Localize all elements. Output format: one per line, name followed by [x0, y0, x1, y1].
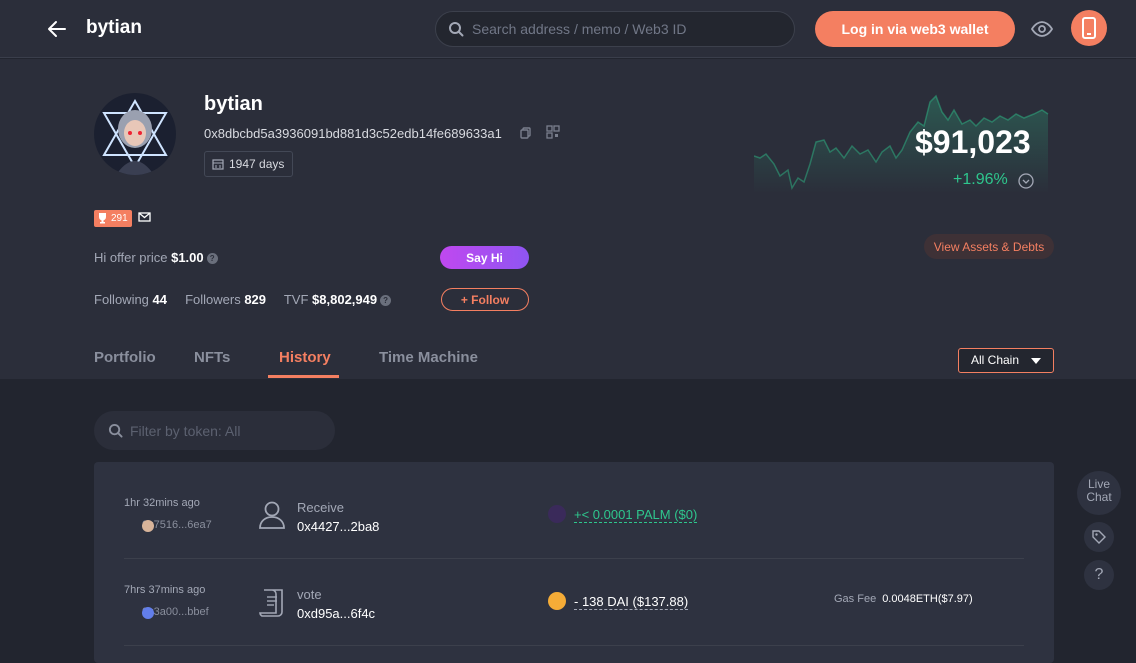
- mail-icon[interactable]: [138, 211, 151, 223]
- tvf-value: $8,802,949: [312, 292, 378, 307]
- follow-button[interactable]: + Follow: [441, 288, 529, 311]
- user-icon: [259, 501, 285, 529]
- mobile-app-button[interactable]: [1071, 10, 1107, 46]
- tx-amount[interactable]: - 138 DAI ($137.88): [574, 594, 689, 610]
- tx-from[interactable]: 0x7516...6ea7: [124, 519, 212, 532]
- net-worth-value: $91,023: [915, 124, 1031, 160]
- page-title: bytian: [86, 17, 142, 38]
- account-age-badge: 1947 days: [204, 151, 294, 177]
- tag-button[interactable]: [1084, 522, 1114, 552]
- help-button[interactable]: ?: [1084, 560, 1114, 590]
- gas-fee: Gas Fee 0.0048ETH($7.97): [834, 593, 973, 605]
- trophy-badge[interactable]: 291: [94, 210, 132, 227]
- history-list: 1hr 32mins ago 0x7516...6ea7 Receive 0x4…: [94, 462, 1054, 663]
- tab-portfolio[interactable]: Portfolio: [94, 349, 156, 366]
- tx-type: vote: [297, 587, 322, 602]
- social-stats: Following 44 Followers 829 TVF $8,802,94…: [94, 292, 392, 307]
- contract-scroll-icon: [259, 589, 283, 617]
- tx-hash[interactable]: 0x4427...2ba8: [297, 519, 379, 534]
- palm-token-icon: [548, 505, 566, 523]
- view-assets-debts-button[interactable]: View Assets & Debts: [924, 234, 1054, 259]
- ethereum-icon: [142, 607, 154, 619]
- say-hi-button[interactable]: Say Hi: [440, 246, 529, 269]
- offer-label: Hi offer price: [94, 250, 168, 265]
- top-bar: bytian Log in via web3 wallet: [0, 0, 1136, 58]
- chevron-down-circle-icon[interactable]: [1018, 173, 1034, 189]
- help-icon[interactable]: ?: [380, 295, 392, 307]
- chain-select[interactable]: All Chain: [958, 348, 1054, 373]
- gas-fee-value: 0.0048ETH($7.97): [882, 593, 973, 605]
- help-icon[interactable]: ?: [206, 253, 218, 265]
- tag-icon: [1092, 530, 1106, 544]
- trophy-icon: [99, 213, 106, 224]
- tab-history[interactable]: History: [279, 349, 331, 366]
- followers-count[interactable]: 829: [244, 292, 266, 307]
- eye-icon[interactable]: [1030, 18, 1054, 40]
- tx-time: 7hrs 37mins ago: [124, 584, 206, 596]
- account-age-text: 1947 days: [229, 157, 285, 171]
- search-icon: [108, 423, 123, 438]
- back-arrow-icon[interactable]: [44, 16, 70, 42]
- profile-name: bytian: [204, 93, 263, 115]
- login-web3-button[interactable]: Log in via web3 wallet: [815, 11, 1015, 47]
- tx-from[interactable]: 0x3a00...bbef: [124, 606, 209, 619]
- token-filter[interactable]: [94, 411, 335, 450]
- calendar-icon: [212, 159, 224, 170]
- tx-hash[interactable]: 0xd95a...6f4c: [297, 606, 375, 621]
- mobile-phone-icon: [1082, 17, 1096, 39]
- tab-time-machine[interactable]: Time Machine: [379, 349, 478, 366]
- tx-amount[interactable]: +< 0.0001 PALM ($0): [574, 507, 698, 523]
- search-input[interactable]: [472, 12, 782, 46]
- avatar-icon: [142, 520, 154, 532]
- offer-value: $1.00: [171, 250, 204, 265]
- live-chat-button[interactable]: Live Chat: [1077, 471, 1121, 515]
- qr-code-icon[interactable]: [546, 125, 560, 139]
- active-tab-indicator: [268, 375, 339, 378]
- search-icon: [449, 22, 464, 37]
- token-filter-input[interactable]: [130, 411, 325, 450]
- tx-type: Receive: [297, 500, 344, 515]
- dai-token-icon: [548, 592, 566, 610]
- search-bar[interactable]: [435, 11, 795, 47]
- avatar: [94, 93, 176, 175]
- caret-down-icon: [1031, 358, 1041, 364]
- chain-select-value: All Chain: [971, 353, 1020, 367]
- trophy-count: 291: [111, 213, 128, 224]
- net-worth-change: +1.96%: [953, 171, 1008, 188]
- offer-price: Hi offer price $1.00?: [94, 250, 218, 265]
- following-count[interactable]: 44: [153, 292, 167, 307]
- divider: [124, 645, 1024, 646]
- tvf-label: TVF: [283, 292, 309, 307]
- copy-icon[interactable]: [519, 126, 533, 140]
- wallet-address: 0x8dbcbd5a3936091bd881d3c52edb14fe689633…: [204, 126, 502, 141]
- following-label[interactable]: Following: [94, 292, 149, 307]
- history-row[interactable]: 1hr 32mins ago 0x7516...6ea7 Receive 0x4…: [94, 462, 1054, 549]
- history-row[interactable]: 7hrs 37mins ago 0x3a00...bbef vote 0xd95…: [94, 559, 1054, 646]
- followers-label[interactable]: Followers: [185, 292, 241, 307]
- tab-nfts[interactable]: NFTs: [194, 349, 230, 366]
- gas-fee-label: Gas Fee: [834, 593, 877, 605]
- tx-time: 1hr 32mins ago: [124, 497, 200, 509]
